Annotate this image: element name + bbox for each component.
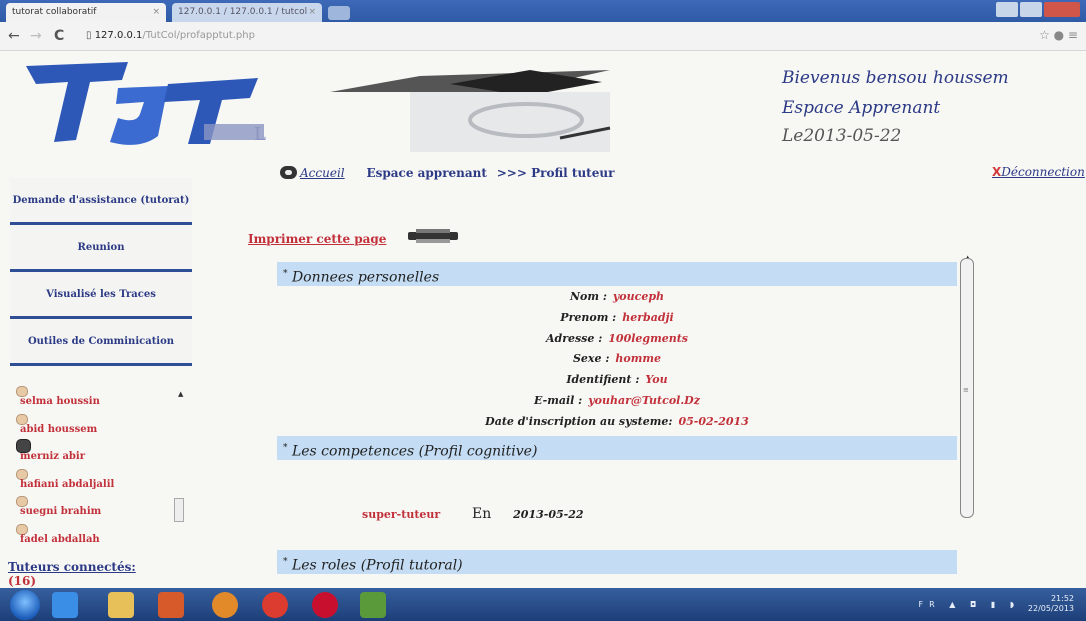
connected-users-list: selma houssin abid houssem merniz abir h… <box>8 386 188 566</box>
field-prenom: Prenom : herbadji <box>560 311 674 324</box>
window-controls <box>994 2 1080 18</box>
welcome-text: Bievenus bensou houssem <box>782 68 1009 88</box>
breadcrumb-current: >>> Profil tuteur <box>496 166 615 180</box>
browser-tabstrip: tutorat collaboratif × 127.0.0.1 / 127.0… <box>0 0 1086 22</box>
field-nom: Nom : youceph <box>569 290 665 303</box>
breadcrumb-home-link[interactable]: Accueil <box>300 166 345 180</box>
forward-arrow-icon[interactable]: → <box>30 28 42 44</box>
reload-icon[interactable]: C <box>54 28 64 44</box>
competence-row: super-tuteur En 2013-05-22 <box>362 506 584 522</box>
section-bullet: * <box>283 443 288 453</box>
svg-text:L: L <box>254 124 266 145</box>
graduation-banner-image <box>330 70 611 152</box>
tab-title-2: 127.0.0.1 / 127.0.0.1 / tutcol <box>178 7 308 17</box>
back-arrow-icon[interactable]: ← <box>8 28 20 44</box>
address-bar: ← → C ▯ 127.0.0.1/TutCol/profapptut.php … <box>0 22 1086 51</box>
media-icon[interactable] <box>158 592 184 618</box>
section-title: Les competences (Profil cognitive) <box>291 443 538 460</box>
browser-tab-inactive[interactable]: 127.0.0.1 / 127.0.0.1 / tutcol × <box>172 3 322 22</box>
start-button[interactable] <box>10 590 40 620</box>
url-field[interactable]: ▯ 127.0.0.1/TutCol/profapptut.php <box>86 26 986 46</box>
menu-item-assistance[interactable]: Demande d'assistance (tutorat) <box>10 178 192 225</box>
section-title: Donnees personelles <box>291 269 440 286</box>
field-identifient: Identifient : You <box>566 373 668 386</box>
ie-icon[interactable] <box>52 592 78 618</box>
printer-icon[interactable] <box>406 228 460 244</box>
logout-label: Déconnection <box>1001 165 1085 179</box>
field-sexe: Sexe : homme <box>572 352 661 365</box>
competence-date: 2013-05-22 <box>513 508 584 521</box>
opera-icon[interactable] <box>312 592 338 618</box>
app-icon[interactable] <box>360 592 386 618</box>
tuteurs-count: (16) <box>8 574 37 588</box>
clock-date: 22/05/2013 <box>1027 604 1074 613</box>
users-scroll-up-icon[interactable]: ▲ <box>178 390 183 398</box>
explorer-icon[interactable] <box>108 592 134 618</box>
list-item[interactable]: fadel abdallah <box>8 523 188 552</box>
list-item[interactable]: hafiani abdaljalil <box>8 468 188 497</box>
section-personal-data: * Donnees personelles <box>277 262 957 286</box>
close-window-button[interactable] <box>1044 2 1080 17</box>
chrome-icon[interactable] <box>262 592 288 618</box>
list-item[interactable]: selma houssin <box>8 386 188 414</box>
list-item[interactable]: merniz abir <box>8 439 188 469</box>
breadcrumb-espace-link[interactable]: Espace apprenant <box>366 166 486 180</box>
users-scrollbar[interactable] <box>174 498 184 522</box>
clock[interactable]: 21:52 22/05/2013 <box>1028 594 1074 614</box>
section-bullet: * <box>283 557 288 567</box>
breadcrumb: Accueil Espace apprenant >>> Profil tute… <box>280 166 614 180</box>
field-adresse: Adresse :100legments <box>545 332 689 345</box>
new-tab-button[interactable] <box>328 6 350 20</box>
sidebar-menu: Demande d'assistance (tutorat) Reunion V… <box>10 178 192 366</box>
minimize-button[interactable] <box>996 2 1018 17</box>
toolbar-icons[interactable]: ☆ ● ≡ <box>1039 28 1078 42</box>
menu-item-reunion[interactable]: Reunion <box>10 225 192 272</box>
tutcol-logo: L <box>26 62 266 145</box>
page-icon: ▯ <box>86 30 95 41</box>
scroll-grip-icon[interactable]: ≡ <box>963 386 969 394</box>
firefox-icon[interactable] <box>212 592 238 618</box>
tray-icons[interactable]: FR ▲ ◘ ▮ ◗ <box>919 600 1020 609</box>
url-path: /TutCol/profapptut.php <box>142 30 255 41</box>
print-page-link[interactable]: Imprimer cette page <box>248 232 386 246</box>
space-title: Espace Apprenant <box>782 98 941 118</box>
competence-level: super-tuteur <box>362 508 441 521</box>
field-date-inscription: Date d'inscription au systeme: 05-02-2013 <box>485 415 749 428</box>
field-email: E-mail : youhar@Tutcol.Dz <box>534 394 700 407</box>
tab-close-icon-2[interactable]: × <box>308 3 316 22</box>
tab-close-icon[interactable]: × <box>152 3 160 22</box>
logout-x-icon: X <box>992 165 1002 179</box>
maximize-button[interactable] <box>1020 2 1042 17</box>
section-roles: * Les roles (Profil tutoral) <box>277 550 957 574</box>
list-item[interactable]: abid houssem <box>8 413 188 442</box>
section-competences: * Les competences (Profil cognitive) <box>277 436 957 460</box>
url-host: 127.0.0.1 <box>94 30 143 41</box>
windows-taskbar: FR ▲ ◘ ▮ ◗ 21:52 22/05/2013 <box>0 588 1086 621</box>
tab-title: tutorat collaboratif <box>12 7 97 17</box>
clock-time: 21:52 <box>1050 594 1074 603</box>
competence-en: En <box>472 506 492 522</box>
menu-item-communication[interactable]: Outiles de Comminication <box>10 319 192 366</box>
home-icon <box>280 166 297 179</box>
tuteurs-link[interactable]: Tuteurs connectés: <box>8 560 136 574</box>
logout-link[interactable]: XDéconnection <box>992 165 1085 179</box>
list-item[interactable]: suegni brahim <box>8 496 188 524</box>
current-date: Le2013-05-22 <box>782 126 902 146</box>
menu-item-traces[interactable]: Visualisé les Traces <box>10 272 192 319</box>
section-title: Les roles (Profil tutoral) <box>291 557 463 574</box>
welcome-block: Bievenus bensou houssem Espace Apprenant… <box>782 68 1082 146</box>
browser-tab-active[interactable]: tutorat collaboratif × <box>6 3 166 22</box>
section-bullet: * <box>283 269 288 279</box>
